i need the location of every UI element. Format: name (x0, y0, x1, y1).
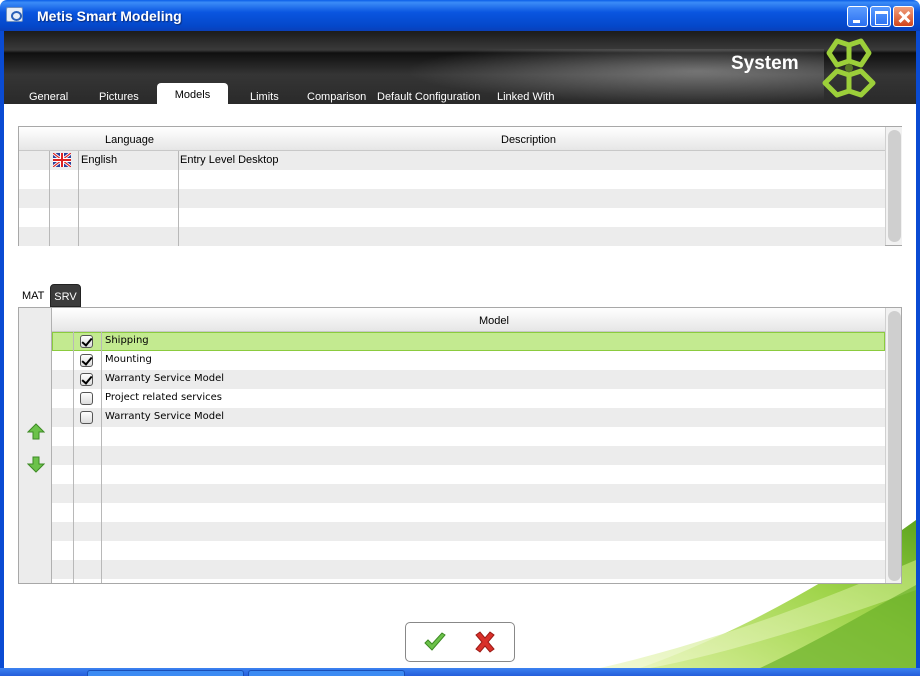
reorder-panel (19, 308, 52, 583)
column-divider (78, 151, 79, 246)
language-table-scrollbar[interactable] (885, 127, 902, 245)
window-frame-left (0, 31, 4, 668)
table-row[interactable] (52, 579, 885, 583)
model-grid-scrollbar[interactable] (885, 308, 901, 583)
model-grid-rows: Shipping Mounting Warranty Service Model… (52, 332, 885, 583)
model-label: Warranty Service Model (105, 373, 225, 384)
system-logo-icon (822, 38, 876, 98)
window-title: Metis Smart Modeling (37, 8, 182, 24)
maximize-button[interactable] (870, 6, 891, 27)
row-checkbox[interactable] (80, 411, 93, 424)
column-divider (101, 332, 102, 583)
arrow-down-icon[interactable] (27, 455, 45, 473)
taskbar-item[interactable] (248, 670, 405, 676)
subtab-srv[interactable]: SRV (50, 284, 81, 307)
column-divider (73, 332, 74, 583)
scrollbar-thumb[interactable] (888, 311, 901, 581)
checkmark-icon[interactable] (423, 631, 447, 653)
model-row-warranty-service-2[interactable]: Warranty Service Model (52, 408, 885, 427)
language-table-header: Language Description (19, 127, 885, 151)
language-cell: English (81, 154, 118, 166)
model-row-mounting[interactable]: Mounting (52, 351, 885, 370)
column-header-language[interactable]: Language (105, 134, 154, 146)
model-label: Shipping (105, 335, 149, 346)
taskbar-item[interactable] (87, 670, 244, 676)
title-bar[interactable]: Metis Smart Modeling (0, 0, 920, 31)
subtab-mat[interactable]: MAT (22, 290, 44, 302)
row-checkbox[interactable] (80, 373, 93, 386)
table-row[interactable] (19, 189, 885, 208)
window-frame-right (916, 31, 920, 668)
section-title: System (731, 53, 799, 74)
scrollbar-thumb[interactable] (888, 130, 901, 242)
tab-comparison[interactable]: Comparison (307, 83, 366, 104)
table-row[interactable] (19, 170, 885, 189)
table-row[interactable] (52, 560, 885, 579)
cross-icon[interactable] (473, 631, 497, 653)
main-tabs: General Pictures Models Limits Compariso… (4, 83, 704, 104)
model-row-project-related[interactable]: Project related services (52, 389, 885, 408)
row-checkbox[interactable] (80, 354, 93, 367)
minimize-button[interactable] (847, 6, 868, 27)
tab-limits[interactable]: Limits (250, 83, 279, 104)
table-row[interactable] (52, 446, 885, 465)
model-label: Project related services (105, 392, 222, 403)
model-grid-header: Model (52, 308, 885, 332)
model-row-warranty-service[interactable]: Warranty Service Model (52, 370, 885, 389)
table-row[interactable] (19, 227, 885, 246)
table-row[interactable] (52, 522, 885, 541)
tab-default-configuration[interactable]: Default Configuration (377, 83, 480, 104)
table-row[interactable] (19, 208, 885, 227)
tab-linked-with[interactable]: Linked With (497, 83, 554, 104)
table-row[interactable] (52, 503, 885, 522)
table-row[interactable] (52, 484, 885, 503)
table-row[interactable] (52, 541, 885, 560)
app-icon[interactable] (6, 7, 23, 22)
description-cell: Entry Level Desktop (180, 154, 279, 166)
close-button[interactable] (893, 6, 914, 27)
tab-models[interactable]: Models (157, 83, 228, 104)
model-label: Mounting (105, 354, 152, 365)
row-checkbox[interactable] (80, 335, 93, 348)
column-divider (49, 151, 50, 246)
tab-pictures[interactable]: Pictures (99, 83, 139, 104)
table-row[interactable]: English Entry Level Desktop (19, 151, 885, 170)
language-table: Language Description English Entry Level… (18, 126, 902, 246)
language-table-rows: English Entry Level Desktop (19, 151, 885, 246)
model-grid: Model Shipping Mounting Warranty Service… (18, 307, 902, 584)
column-header-description[interactable]: Description (501, 134, 556, 146)
arrow-up-icon[interactable] (27, 423, 45, 441)
table-row[interactable] (52, 427, 885, 446)
column-header-model[interactable]: Model (479, 315, 509, 327)
model-label: Warranty Service Model (105, 411, 225, 422)
column-divider (178, 151, 179, 246)
dialog-actions (405, 622, 515, 662)
row-checkbox[interactable] (80, 392, 93, 405)
uk-flag-icon (53, 153, 71, 167)
model-row-shipping[interactable]: Shipping (52, 332, 885, 351)
table-row[interactable] (52, 465, 885, 484)
tab-general[interactable]: General (29, 83, 68, 104)
